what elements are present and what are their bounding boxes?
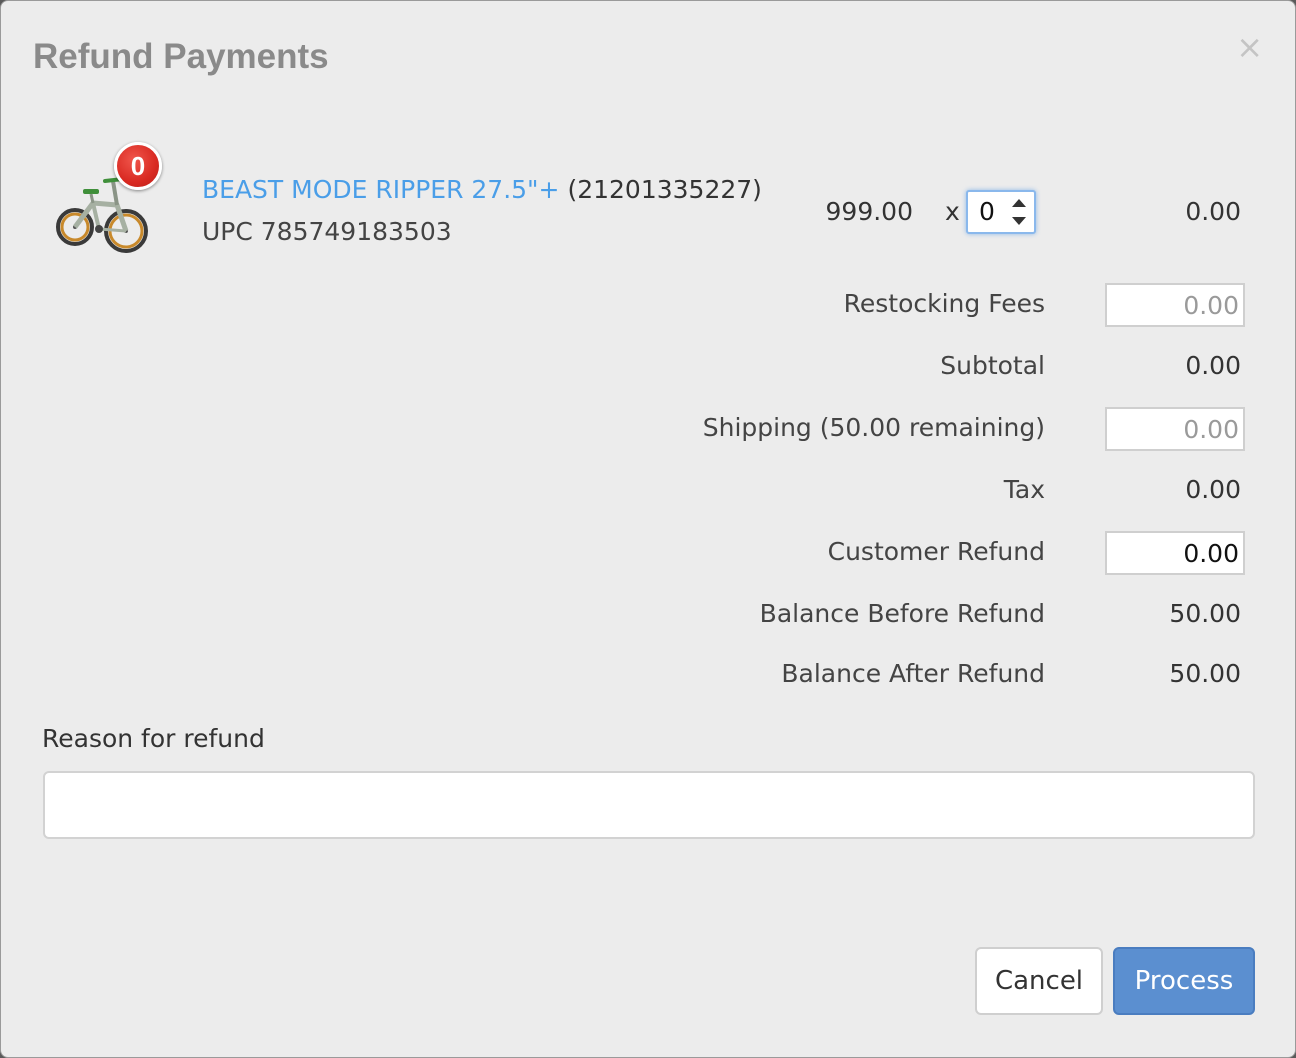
balance-after-value: 50.00 [1169,659,1241,688]
customer-refund-field[interactable] [1105,531,1245,575]
tax-label: Tax [1003,475,1045,504]
dialog-title: Refund Payments [33,37,329,76]
reason-input[interactable] [43,771,1255,839]
quantity-value[interactable]: 0 [979,197,995,226]
subtotal-value: 0.00 [1185,351,1241,380]
quantity-badge: 0 [114,142,162,190]
shipping-field[interactable] [1105,407,1245,451]
spinner [1009,196,1029,228]
balance-before-label: Balance Before Refund [759,599,1045,628]
product-name-link[interactable]: BEAST MODE RIPPER 27.5"+ [202,175,560,204]
process-button[interactable]: Process [1113,947,1255,1015]
decrement-arrow-icon[interactable] [1012,217,1026,225]
product-id: (21201335227) [567,175,762,204]
reason-label: Reason for refund [42,724,265,753]
product-title: BEAST MODE RIPPER 27.5"+ (21201335227) [202,175,762,204]
tax-value: 0.00 [1185,475,1241,504]
increment-arrow-icon[interactable] [1012,199,1026,207]
restocking-fees-field[interactable] [1105,283,1245,327]
quantity-stepper[interactable]: 0 [966,190,1036,234]
restocking-fees-label: Restocking Fees [843,289,1045,318]
refund-payments-dialog: Refund Payments × 0 BEAST MODE RIPPER 27… [0,0,1296,1058]
close-icon[interactable]: × [1236,31,1263,63]
customer-refund-label: Customer Refund [827,537,1045,566]
subtotal-label: Subtotal [940,351,1045,380]
line-total: 0.00 [1185,197,1241,226]
cancel-button[interactable]: Cancel [975,947,1103,1015]
shipping-label: Shipping (50.00 remaining) [702,413,1045,442]
product-upc: UPC 785749183503 [202,217,452,246]
times-symbol: x [945,197,960,226]
balance-before-value: 50.00 [1169,599,1241,628]
balance-after-label: Balance After Refund [781,659,1045,688]
unit-price: 999.00 [825,197,913,226]
